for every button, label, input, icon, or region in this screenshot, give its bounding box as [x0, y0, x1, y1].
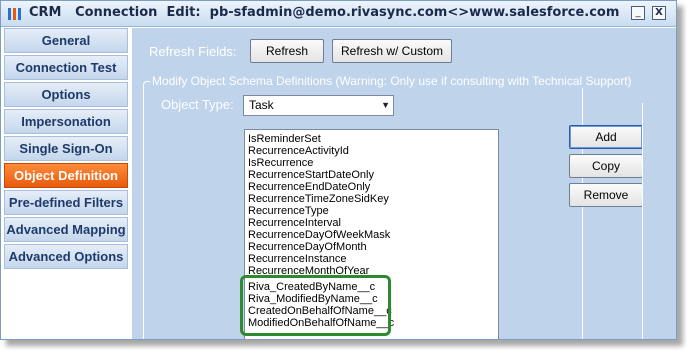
- list-item[interactable]: RecurrenceDayOfMonth: [248, 241, 367, 253]
- sidebar: General Connection Test Options Imperson…: [4, 28, 128, 339]
- crm-connection-edit-window: CRM Connection Edit: pb-sfadmin@demo.riv…: [0, 0, 677, 340]
- sidebar-item-predefined-filters[interactable]: Pre-defined Filters: [4, 190, 128, 215]
- list-item[interactable]: RecurrenceInstance: [248, 253, 346, 265]
- list-item[interactable]: RecurrenceType: [248, 205, 329, 217]
- refresh-fields-label: Refresh Fields:: [149, 44, 237, 59]
- refresh-custom-button[interactable]: Refresh w/ Custom: [332, 39, 452, 63]
- remove-button[interactable]: Remove: [569, 183, 643, 207]
- list-item[interactable]: RecurrenceDayOfWeekMask: [248, 229, 390, 241]
- close-button[interactable]: X: [652, 6, 666, 20]
- sidebar-item-object-definition[interactable]: Object Definition: [4, 163, 128, 188]
- panel-divider: [642, 103, 643, 339]
- refresh-button[interactable]: Refresh: [250, 39, 324, 63]
- title-part-crm: CRM: [29, 5, 62, 20]
- list-item[interactable]: RecurrenceInterval: [248, 217, 341, 229]
- list-item[interactable]: RecurrenceTimeZoneSidKey: [248, 193, 389, 205]
- title-part-connection: Connection: [75, 5, 158, 20]
- sidebar-item-general[interactable]: General: [4, 28, 128, 53]
- object-type-label: Object Type:: [161, 97, 234, 112]
- app-icon: [8, 8, 21, 20]
- sidebar-item-options[interactable]: Options: [4, 82, 128, 107]
- list-item[interactable]: IsReminderSet: [248, 133, 321, 145]
- schema-definitions-warning: Modify Object Schema Definitions (Warnin…: [150, 74, 634, 88]
- window-title: CRM Connection Edit: pb-sfadmin@demo.riv…: [29, 5, 619, 20]
- object-definition-panel: Refresh Fields: Refresh Refresh w/ Custo…: [132, 28, 676, 339]
- list-item[interactable]: RecurrenceEndDateOnly: [248, 181, 370, 193]
- sidebar-item-single-sign-on[interactable]: Single Sign-On: [4, 136, 128, 161]
- object-type-select[interactable]: Task ▼: [243, 95, 394, 116]
- list-item[interactable]: RecurrenceStartDateOnly: [248, 169, 374, 181]
- sidebar-item-connection-test[interactable]: Connection Test: [4, 55, 128, 80]
- title-part-edit: Edit:: [166, 5, 201, 20]
- sidebar-item-impersonation[interactable]: Impersonation: [4, 109, 128, 134]
- copy-button[interactable]: Copy: [569, 154, 643, 178]
- sidebar-item-advanced-mapping[interactable]: Advanced Mapping: [4, 217, 128, 242]
- title-part-account: pb-sfadmin@demo.rivasync.com<>www.salesf…: [209, 5, 620, 20]
- minimize-button[interactable]: _: [631, 6, 645, 20]
- custom-fields-highlight: [240, 275, 391, 336]
- add-button[interactable]: Add: [569, 125, 643, 149]
- chevron-down-icon[interactable]: ▼: [381, 96, 390, 115]
- title-bar[interactable]: CRM Connection Edit: pb-sfadmin@demo.riv…: [1, 1, 676, 27]
- object-type-value: Task: [249, 98, 274, 112]
- list-item[interactable]: RecurrenceActivityId: [248, 145, 349, 157]
- list-item[interactable]: IsRecurrence: [248, 157, 313, 169]
- sidebar-item-advanced-options[interactable]: Advanced Options: [4, 244, 128, 269]
